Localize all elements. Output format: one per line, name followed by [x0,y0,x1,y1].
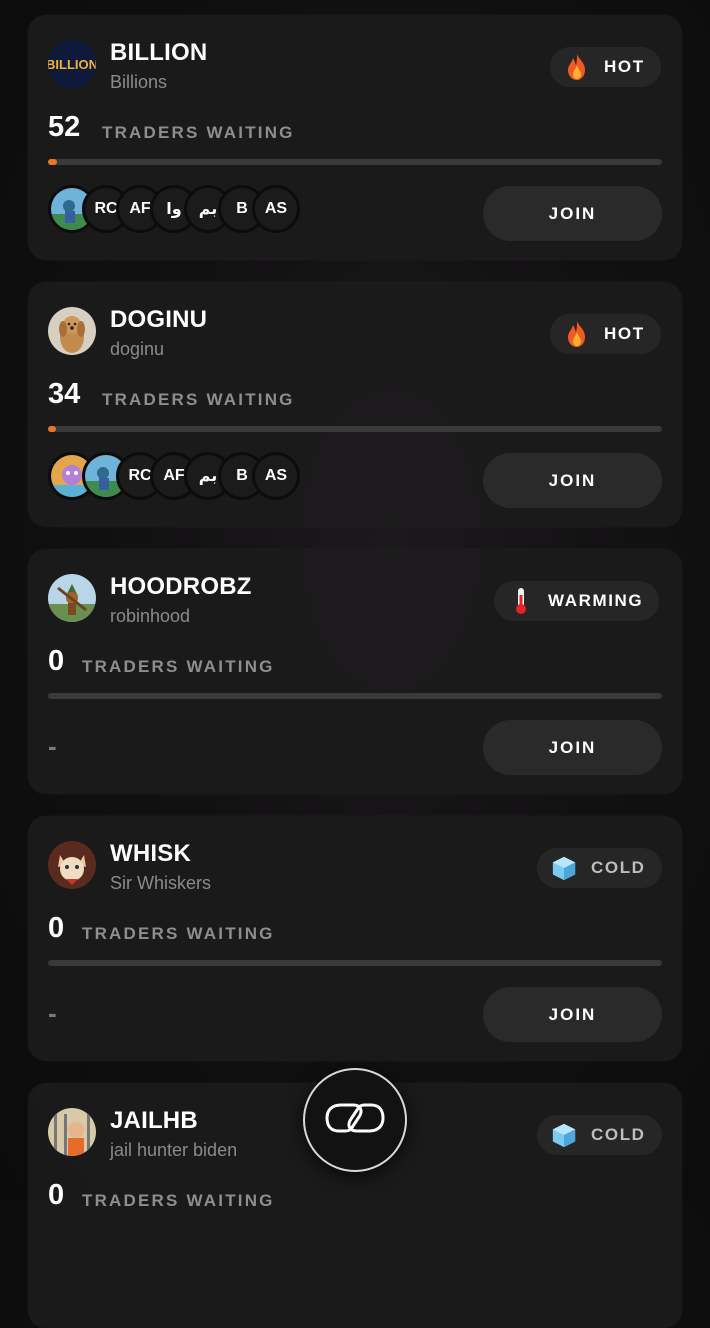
join-button[interactable]: JOIN [483,720,662,775]
logo-wordmark: BILLION [48,57,96,72]
ice-cube-icon [551,1122,577,1148]
whisk-logo [48,841,96,889]
status-badge-label: HOT [604,57,645,76]
traders-waiting-label: TRADERS WAITING [82,657,275,676]
progress-track [48,693,662,699]
token-card-doginu[interactable]: DOGINU doginu HOT 34 TRADERS WAITING RC … [28,282,682,527]
progress-fill [48,426,56,432]
token-card-whisk[interactable]: WHISK Sir Whiskers COLD 0 TRADERS WAITIN… [28,816,682,1061]
token-name: doginu [110,339,165,359]
token-card-hoodrobz[interactable]: HOODROBZ robinhood WARMING 0 TRADERS WAI… [28,549,682,794]
traders-waiting-label: TRADERS WAITING [82,924,275,943]
progress-track [48,960,662,966]
status-badge: HOT [550,47,661,87]
progress-fill [48,159,58,165]
traders-count: 34 [48,378,81,410]
no-traders-placeholder: - [48,998,57,1028]
progress-track [48,426,662,432]
status-badge: HOT [550,314,661,354]
token-name: robinhood [110,606,191,626]
status-badge-label: COLD [591,1125,646,1144]
token-name: Sir Whiskers [110,873,212,893]
traders-count: 0 [48,645,65,677]
hoodrobz-logo [48,574,96,622]
avatar: AS [252,452,300,500]
avatar: AS [252,185,300,233]
jailhb-logo [48,1108,96,1156]
traders-count: 0 [48,1179,65,1211]
token-ticker: DOGINU [110,306,208,333]
doginu-logo [48,307,96,355]
fire-icon [564,321,590,347]
fire-icon [564,54,590,80]
status-badge: COLD [537,1115,662,1155]
traders-waiting-label: TRADERS WAITING [102,390,295,409]
link-fab-button[interactable] [303,1068,407,1172]
no-traders-placeholder: - [48,731,57,761]
traders-waiting-label: TRADERS WAITING [102,123,295,142]
token-ticker: JAILHB [110,1107,198,1134]
thermometer-icon [508,588,534,614]
status-badge-label: WARMING [548,591,644,610]
join-button[interactable]: JOIN [483,987,662,1042]
token-ticker: WHISK [110,840,191,867]
traders-count: 52 [48,111,81,143]
link-icon [323,1101,387,1140]
status-badge-label: HOT [604,324,645,343]
status-badge-label: COLD [591,858,646,877]
status-badge: COLD [537,848,662,888]
token-name: jail hunter biden [110,1140,238,1160]
token-name: Billions [110,72,168,92]
join-button[interactable]: JOIN [483,186,662,241]
join-button[interactable]: JOIN [483,453,662,508]
token-card-billion[interactable]: BILLION BILLION Billions HOT 52 TRADERS … [28,15,682,260]
traders-count: 0 [48,912,65,944]
ice-cube-icon [551,855,577,881]
billion-logo: BILLION [48,40,96,88]
traders-waiting-label: TRADERS WAITING [82,1191,275,1210]
status-badge: WARMING [494,581,660,621]
token-ticker: BILLION [110,39,208,66]
token-ticker: HOODROBZ [110,573,252,600]
progress-track [48,159,662,165]
